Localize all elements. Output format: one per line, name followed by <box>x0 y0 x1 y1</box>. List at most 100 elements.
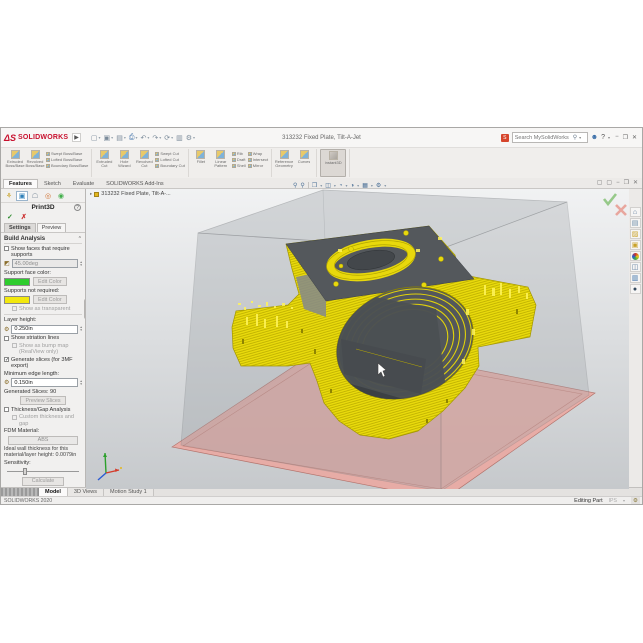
section-build-analysis[interactable]: Build Analysis⌃ <box>4 235 82 244</box>
checkbox-box-icon[interactable] <box>12 415 17 420</box>
dropdown-caret-icon[interactable]: ▾ <box>334 183 336 188</box>
lofted-boss-base-button[interactable]: Lofted Boss/Base <box>46 157 88 162</box>
tab-motion-study-1[interactable]: Motion Study 1 <box>104 488 154 496</box>
dropdown-caret-icon[interactable]: ▾ <box>147 135 149 140</box>
rib-button[interactable]: Rib <box>232 151 246 156</box>
spinner-control[interactable]: ▴▾ <box>80 261 82 267</box>
home-icon[interactable]: ⌂ <box>630 207 641 217</box>
status-options-icon[interactable]: ⚙ <box>631 497 640 504</box>
extruded-boss-base-button[interactable]: Extruded Boss/Base <box>6 149 24 177</box>
checkbox-show-faces-that-require-supports[interactable]: Show faces that require supports <box>4 246 82 258</box>
view-palette-icon[interactable]: ◫ <box>630 262 641 272</box>
displaymanager-tab[interactable]: ◉ <box>55 191 67 201</box>
mirror-button[interactable]: Mirror <box>248 163 268 168</box>
forum-icon[interactable]: ● <box>630 284 641 294</box>
input-0-150in[interactable]: 0.150in <box>11 378 78 387</box>
linear-pattern-button[interactable]: Linear Pattern <box>212 149 230 177</box>
close-button[interactable]: ✕ <box>630 134 639 141</box>
status-units[interactable]: IPS <box>609 498 617 504</box>
dropdown-caret-icon[interactable]: ▾ <box>320 183 322 188</box>
doc-restore-icon[interactable]: ❐ <box>624 180 629 187</box>
cancel-button[interactable]: ✗ <box>21 213 27 221</box>
checkbox-box-icon[interactable] <box>12 343 17 348</box>
dropdown-caret-icon[interactable]: ▾ <box>371 183 373 188</box>
doc-cascade-icon[interactable]: ▢ <box>597 180 603 187</box>
tab-3d-views[interactable]: 3D Views <box>68 488 104 496</box>
tab-model[interactable]: Model <box>39 488 68 496</box>
slider-thumb[interactable] <box>23 468 27 475</box>
resources-icon[interactable]: ▤ <box>630 218 641 228</box>
tab-preview[interactable]: Preview <box>37 223 67 232</box>
checkbox-custom-thickness-and-gap[interactable]: Custom thickness and gap <box>12 414 82 426</box>
dropdown-caret-icon[interactable]: ▾ <box>135 135 137 140</box>
extruded-cut-button[interactable]: Extruded Cut <box>95 149 113 177</box>
design-library-icon[interactable]: ▨ <box>630 229 641 239</box>
dropdown-caret-icon[interactable]: ▾ <box>193 135 195 140</box>
input-0-250in[interactable]: 0.250in <box>11 325 78 334</box>
tab-sketch[interactable]: Sketch <box>38 179 67 188</box>
sensitivity-slider[interactable] <box>7 467 79 475</box>
boundary-cut-button[interactable]: Boundary Cut <box>155 163 184 168</box>
curves-button[interactable]: Curves <box>295 149 313 177</box>
options-icon[interactable]: ⚙▾ <box>186 134 195 142</box>
help-menu[interactable]: ? <box>601 134 605 141</box>
undo-icon[interactable]: ↶▾ <box>140 134 149 142</box>
redo-icon[interactable]: ↷▾ <box>152 134 161 142</box>
dropdown-caret-icon[interactable]: ▾ <box>171 135 173 140</box>
open-icon[interactable]: ▣▾ <box>104 134 114 142</box>
calculate-button[interactable]: Calculate <box>22 477 64 486</box>
configurationmanager-tab[interactable]: ☖ <box>29 191 41 201</box>
checkbox-thickness-gap-analysis[interactable]: Thickness/Gap Analysis <box>4 407 82 413</box>
checkbox-show-as-transparent[interactable]: Show as transparent <box>12 306 82 312</box>
custom-properties-icon[interactable]: ▥ <box>630 273 641 283</box>
fillet-button[interactable]: Fillet <box>192 149 210 177</box>
graphics-viewport[interactable]: ▸ 313232 Fixed Plate, Tilt-A-... <box>86 189 627 487</box>
wrap-button[interactable]: Wrap <box>248 151 268 156</box>
zoom-area-icon[interactable]: ⚲ <box>300 182 304 189</box>
propertymanager-tab[interactable]: ▣ <box>16 191 28 201</box>
search-input[interactable] <box>515 135 571 141</box>
new-icon[interactable]: ▢▾ <box>91 134 101 142</box>
tree-expand-icon[interactable]: ▸ <box>90 191 92 197</box>
tab-scroll-area[interactable] <box>1 488 39 496</box>
revolved-cut-button[interactable]: Revolved Cut <box>135 149 153 177</box>
help-caret-icon[interactable]: ▾ <box>608 135 610 140</box>
restore-button[interactable]: ❐ <box>621 134 630 141</box>
checkbox-show-as-bump-map-realview-only[interactable]: Show as bump map (RealView only) <box>12 343 82 355</box>
rebuild-icon[interactable]: ⟳▾ <box>164 134 173 142</box>
input-45-00deg[interactable]: 45.00deg <box>12 259 79 268</box>
zoom-fit-icon[interactable]: ⚲ <box>293 182 297 189</box>
draft-button[interactable]: Draft <box>232 157 246 162</box>
dropdown-caret-icon[interactable]: ▾ <box>384 183 386 188</box>
tab-features[interactable]: Features <box>3 179 38 188</box>
swept-cut-button[interactable]: Swept Cut <box>155 151 184 156</box>
dimxpertmanager-tab[interactable]: ◎ <box>42 191 54 201</box>
view-settings-icon[interactable]: ⚙ <box>376 182 381 189</box>
ok-button[interactable]: ✓ <box>7 213 13 221</box>
scene-icon[interactable]: ▦ <box>362 182 368 189</box>
dropdown-caret-icon[interactable]: ▾ <box>124 135 126 140</box>
swept-boss-base-button[interactable]: Swept Boss/Base <box>46 151 88 156</box>
doc-tile-icon[interactable]: ▢ <box>606 180 612 187</box>
file-explorer-icon[interactable]: ▣ <box>630 240 641 250</box>
solidworks-logo[interactable]: ΔS SOLIDWORKS ▶ <box>4 133 81 143</box>
checkbox-box-icon[interactable] <box>12 306 17 311</box>
doc-close-icon[interactable]: ✕ <box>633 180 638 187</box>
checkbox-show-striation-lines[interactable]: Show striation lines <box>4 335 82 341</box>
search-caret-icon[interactable]: ▾ <box>579 135 581 140</box>
collapse-chevron-icon[interactable]: ⌃ <box>78 236 82 242</box>
hole-wizard-button[interactable]: Hole Wizard <box>115 149 133 177</box>
file-properties-icon[interactable]: ▥ <box>176 134 183 142</box>
appearance-icon[interactable]: ◑ <box>351 183 355 189</box>
boundary-boss-base-button[interactable]: Boundary Boss/Base <box>46 163 88 168</box>
spin-down-icon[interactable]: ▾ <box>80 383 82 386</box>
intersect-button[interactable]: Intersect <box>248 157 268 162</box>
preview-slices-button[interactable]: Preview Slices <box>20 396 65 405</box>
save-icon[interactable]: ▤▾ <box>116 134 126 142</box>
checkbox-box-icon[interactable]: ✓ <box>4 357 9 362</box>
checkbox-box-icon[interactable] <box>4 246 9 251</box>
doc-minimize-icon[interactable]: − <box>616 180 620 187</box>
spinner-control[interactable]: ▴▾ <box>80 380 82 386</box>
print-icon[interactable]: ⎙▾ <box>129 134 138 142</box>
tab-evaluate[interactable]: Evaluate <box>67 179 100 188</box>
